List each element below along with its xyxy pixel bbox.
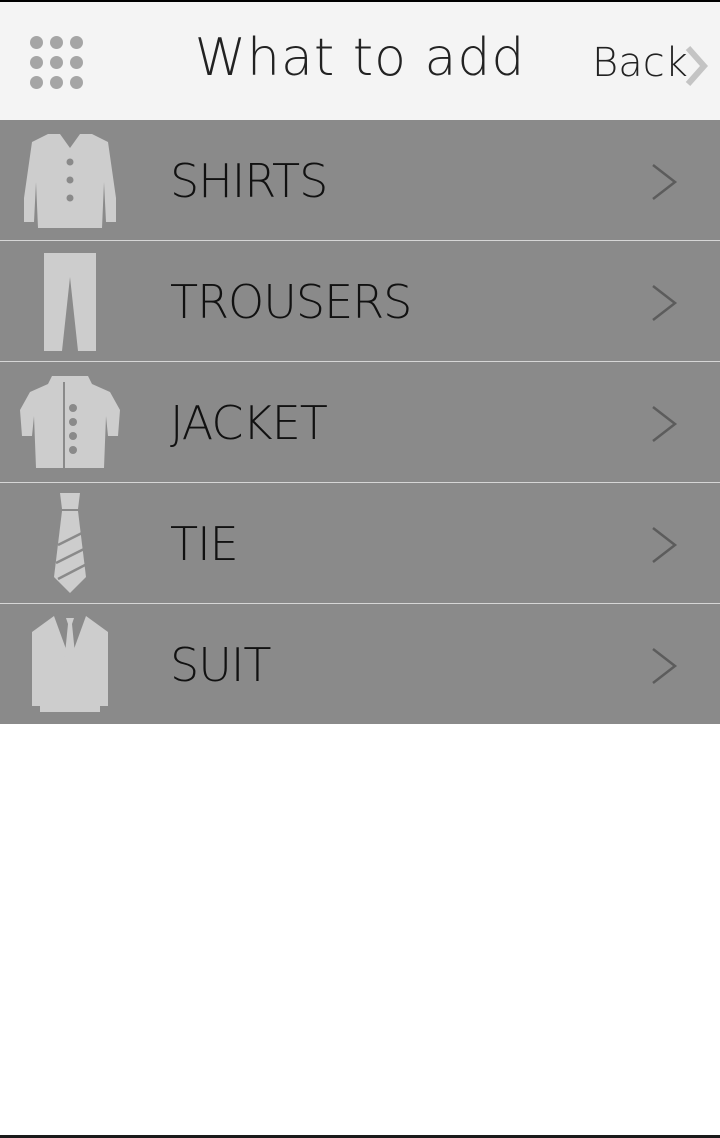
jacket-icon (20, 376, 120, 468)
page-title: What to add (194, 28, 526, 88)
chevron-right-icon (652, 527, 678, 563)
chevron-right-icon (652, 648, 678, 684)
chevron-right-icon (652, 285, 678, 321)
category-row-suit[interactable]: SUIT (0, 604, 720, 724)
category-row-trousers[interactable]: TROUSERS (0, 241, 720, 362)
category-label: SUIT (170, 638, 272, 692)
tie-icon (54, 493, 86, 593)
trousers-icon (44, 253, 96, 351)
category-label: TROUSERS (170, 275, 412, 329)
chevron-right-icon (652, 164, 678, 200)
category-label: JACKET (170, 396, 328, 450)
category-list: SHIRTS TROUSERS JACKET TIE SUIT (0, 120, 720, 724)
category-label: TIE (170, 517, 239, 571)
category-label: SHIRTS (170, 154, 328, 208)
chevron-right-icon (685, 46, 708, 86)
category-row-jacket[interactable]: JACKET (0, 362, 720, 483)
grid-menu-icon[interactable] (26, 32, 90, 92)
category-row-shirts[interactable]: SHIRTS (0, 120, 720, 241)
app-header: What to add Back (0, 2, 720, 120)
back-label: Back (592, 40, 688, 86)
suit-icon (32, 616, 108, 712)
shirt-icon (24, 134, 116, 228)
chevron-right-icon (652, 406, 678, 442)
category-row-tie[interactable]: TIE (0, 483, 720, 604)
